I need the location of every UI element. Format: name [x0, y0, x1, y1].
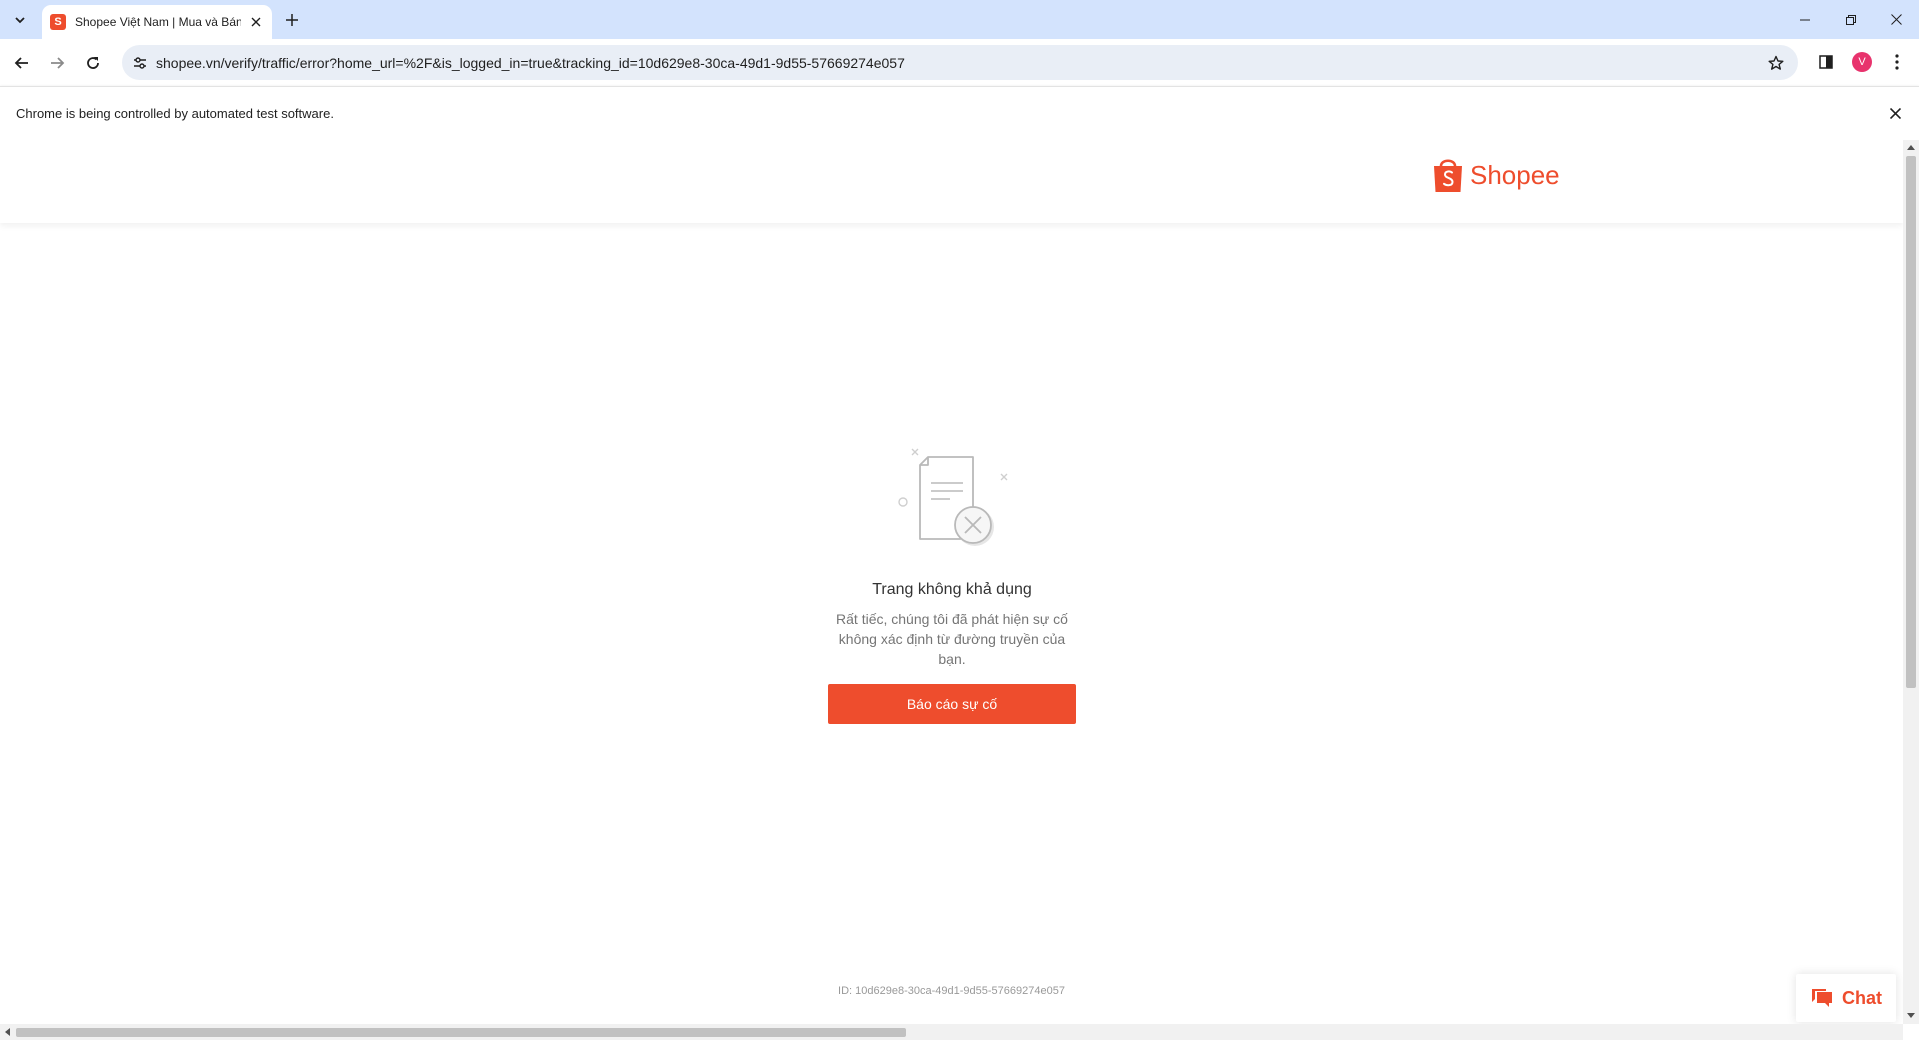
shopping-bag-icon: [1434, 159, 1462, 192]
tab-search-button[interactable]: [8, 8, 32, 32]
chevron-down-icon: [15, 17, 25, 24]
new-tab-button[interactable]: [282, 10, 302, 30]
restore-icon: [1846, 14, 1856, 25]
minimize-button[interactable]: [1782, 0, 1828, 39]
chat-icon: [1812, 989, 1832, 1007]
site-header: Shopee: [0, 140, 1903, 223]
logo-text: Shopee: [1470, 159, 1560, 190]
shopee-logo[interactable]: Shopee: [1432, 156, 1560, 194]
chat-label: Chat: [1842, 987, 1882, 1008]
report-issue-button[interactable]: Báo cáo sự cố: [828, 684, 1076, 724]
restore-button[interactable]: [1828, 0, 1874, 39]
reload-button[interactable]: [80, 50, 106, 76]
tab-close-button[interactable]: [248, 14, 264, 30]
forward-button[interactable]: [44, 50, 70, 76]
scroll-down-arrow-icon[interactable]: [1907, 1013, 1915, 1018]
plus-icon: [286, 14, 298, 26]
address-bar[interactable]: shopee.vn/verify/traffic/error?home_url=…: [122, 45, 1798, 80]
infobar-message: Chrome is being controlled by automated …: [16, 106, 334, 121]
back-button[interactable]: [9, 50, 35, 76]
chat-button[interactable]: Chat: [1796, 974, 1896, 1022]
site-info-button[interactable]: [130, 53, 150, 73]
url-text[interactable]: shopee.vn/verify/traffic/error?home_url=…: [156, 55, 905, 71]
star-icon: [1768, 55, 1784, 70]
kebab-menu-icon: [1895, 54, 1899, 70]
browser-toolbar: shopee.vn/verify/traffic/error?home_url=…: [0, 39, 1919, 86]
document-error-icon: [898, 448, 1008, 546]
shopee-favicon-icon: S: [50, 14, 66, 30]
tab-title: Shopee Việt Nam | Mua và Bán: [75, 15, 241, 29]
horizontal-scrollbar[interactable]: [0, 1024, 1903, 1040]
vertical-scroll-thumb[interactable]: [1906, 156, 1916, 688]
arrow-left-icon: [14, 57, 28, 69]
vertical-scrollbar[interactable]: [1903, 140, 1919, 1024]
bookmark-button[interactable]: [1766, 53, 1786, 73]
scroll-left-arrow-icon[interactable]: [5, 1028, 10, 1036]
horizontal-scroll-thumb[interactable]: [16, 1028, 906, 1037]
window-close-button[interactable]: [1873, 0, 1919, 39]
close-icon: [1890, 14, 1902, 25]
automation-infobar: Chrome is being controlled by automated …: [0, 86, 1919, 140]
browser-tab[interactable]: S Shopee Việt Nam | Mua và Bán: [42, 5, 272, 39]
side-panel-button[interactable]: [1814, 50, 1838, 74]
error-description: Rất tiếc, chúng tôi đã phát hiện sự cố k…: [836, 611, 1068, 667]
close-icon: [251, 17, 261, 27]
error-title: Trang không khả dụng: [872, 581, 1032, 598]
page-viewport: Shopee Trang không khả dụng Rất tiếc, ch…: [0, 140, 1903, 1024]
tracking-id: ID: 10d629e8-30ca-49d1-9d55-57669274e057: [838, 985, 1065, 997]
close-icon: [1889, 107, 1901, 119]
profile-button[interactable]: V: [1850, 50, 1874, 74]
avatar: V: [1852, 52, 1872, 72]
minimize-icon: [1800, 19, 1810, 20]
infobar-close-button[interactable]: [1885, 103, 1905, 123]
scroll-up-arrow-icon[interactable]: [1907, 145, 1915, 150]
tab-strip: S Shopee Việt Nam | Mua và Bán: [0, 0, 1919, 39]
tune-icon: [134, 57, 146, 69]
browser-menu-button[interactable]: [1885, 50, 1909, 74]
side-panel-icon: [1819, 55, 1833, 69]
reload-icon: [87, 57, 99, 69]
arrow-right-icon: [51, 57, 65, 69]
